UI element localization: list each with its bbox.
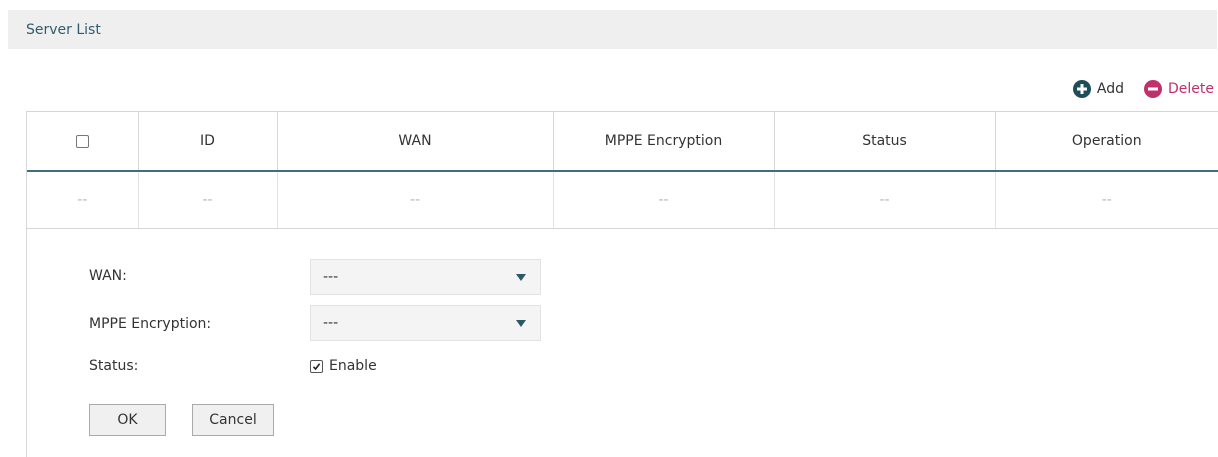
delete-label: Delete bbox=[1168, 81, 1214, 97]
caret-down-icon bbox=[516, 320, 526, 327]
table-cell: -- bbox=[553, 171, 775, 229]
table-cell: -- bbox=[27, 171, 139, 229]
plus-circle-icon bbox=[1072, 80, 1091, 98]
checkbox-box bbox=[310, 359, 323, 373]
table-header-row: ID WAN MPPE Encryption Status Operation bbox=[27, 112, 1218, 172]
table-cell: -- bbox=[995, 171, 1218, 229]
section-title: Server List bbox=[26, 22, 101, 38]
table-cell: -- bbox=[138, 171, 278, 229]
column-header-operation: Operation bbox=[995, 112, 1218, 172]
status-enable-checkbox[interactable]: Enable bbox=[310, 358, 377, 374]
add-label: Add bbox=[1096, 81, 1124, 97]
table-row: -- -- -- -- -- -- bbox=[27, 171, 1218, 229]
caret-down-icon bbox=[516, 274, 526, 281]
column-header-mppe-encryption: MPPE Encryption bbox=[553, 112, 775, 172]
checkmark-icon bbox=[312, 362, 321, 370]
column-header-wan: WAN bbox=[277, 112, 554, 172]
select-all-checkbox[interactable] bbox=[75, 134, 89, 148]
wan-select-value: --- bbox=[323, 269, 339, 285]
status-enable-label: Enable bbox=[329, 358, 377, 374]
ok-button[interactable]: OK bbox=[89, 404, 166, 436]
section-header: Server List bbox=[8, 10, 1217, 49]
wan-label: WAN: bbox=[89, 268, 127, 284]
select-all-header bbox=[27, 112, 139, 172]
column-header-status: Status bbox=[774, 112, 996, 172]
table-cell: -- bbox=[774, 171, 996, 229]
mppe-encryption-select[interactable]: --- bbox=[310, 305, 541, 341]
column-header-id: ID bbox=[138, 112, 278, 172]
delete-button[interactable]: Delete bbox=[1144, 80, 1214, 98]
add-button[interactable]: Add bbox=[1072, 80, 1124, 98]
cancel-button[interactable]: Cancel bbox=[192, 404, 274, 436]
mppe-encryption-label: MPPE Encryption: bbox=[89, 316, 212, 332]
wan-select[interactable]: --- bbox=[310, 259, 541, 295]
status-label: Status: bbox=[89, 358, 139, 374]
minus-circle-icon bbox=[1144, 80, 1162, 98]
server-list-panel: ID WAN MPPE Encryption Status Operation … bbox=[26, 111, 1218, 457]
table-cell: -- bbox=[277, 171, 554, 229]
server-table: ID WAN MPPE Encryption Status Operation … bbox=[27, 112, 1218, 229]
table-toolbar: Add Delete bbox=[1072, 78, 1214, 100]
mppe-encryption-select-value: --- bbox=[323, 315, 339, 331]
